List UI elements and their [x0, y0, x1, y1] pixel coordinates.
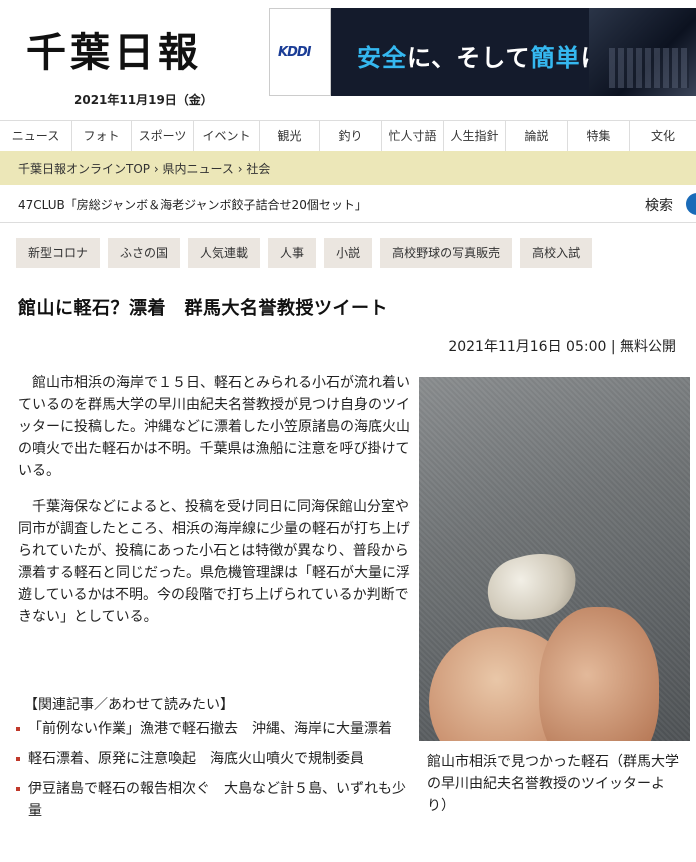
breadcrumb-section[interactable]: 県内ニュース — [162, 162, 233, 176]
tag-popular-series[interactable]: 人気連載 — [188, 238, 261, 268]
breadcrumb-separator: › — [153, 162, 159, 176]
ad-copy-highlight-2: 簡単 — [530, 44, 581, 72]
photo-caption: 館山市相浜で見つかった軽石（群馬大学の早川由紀夫名誉教授のツイッターより） — [427, 754, 679, 814]
article-figure: 館山市相浜で見つかった軽石（群馬大学の早川由紀夫名誉教授のツイッターより） — [419, 377, 690, 817]
related-item[interactable]: 軽石漂着、原発に注意喚起 海底火山噴火で規制委員 — [14, 748, 414, 770]
ad-copy-highlight-1: 安全 — [357, 44, 407, 72]
ad-copy-text-1: に、そして — [407, 44, 531, 72]
photo-thumb — [539, 607, 659, 741]
breadcrumb-separator: › — [237, 162, 243, 176]
nav-item-column[interactable]: 忙人寸語 — [382, 121, 444, 151]
article-paragraph: 館山市相浜の海岸で１５日、軽石とみられる小石が流れ着いているのを群馬大学の早川由… — [18, 375, 410, 479]
main-nav: ニュース フォト スポーツ イベント 観光 釣り 忙人寸語 人生指針 論説 特集… — [0, 120, 696, 151]
related-list: 「前例ない作業」漁港で軽石撤去 沖縄、海岸に大量漂着 軽石漂着、原発に注意喚起 … — [14, 718, 414, 830]
tag-fusanokuni[interactable]: ふさの国 — [108, 238, 181, 268]
related-heading: 【関連記事／あわせて読みたい】 — [24, 697, 234, 713]
article-body: 館山市相浜の海岸で１５日、軽石とみられる小石が流れ着いているのを群馬大学の早川由… — [18, 372, 410, 642]
nav-item-life[interactable]: 人生指針 — [444, 121, 506, 151]
nav-item-tourism[interactable]: 観光 — [260, 121, 320, 151]
nav-item-culture[interactable]: 文化 — [630, 121, 696, 151]
breadcrumb-current: 社会 — [246, 162, 271, 176]
banner-ad[interactable]: KDDI 安全に、そして簡単に — [269, 8, 696, 96]
related-item[interactable]: 「前例ない作業」漁港で軽石撤去 沖縄、海岸に大量漂着 — [14, 718, 414, 740]
nav-item-feature[interactable]: 特集 — [568, 121, 630, 151]
tag-personnel[interactable]: 人事 — [268, 238, 317, 268]
article-paragraph: 千葉海保などによると、投稿を受け同日に同海保館山分室や同市が調査したところ、相浜… — [18, 499, 410, 625]
tag-novel[interactable]: 小説 — [324, 238, 373, 268]
related-link[interactable]: 「前例ない作業」漁港で軽石撤去 沖縄、海岸に大量漂着 — [28, 721, 392, 737]
bullet-icon — [16, 727, 20, 731]
article-title: 館山に軽石？漂着 群馬大名誉教授ツイート — [18, 298, 388, 319]
ad-brand-box: KDDI — [269, 8, 331, 96]
breadcrumb-home[interactable]: 千葉日報オンラインTOP — [18, 162, 150, 176]
ad-copy: 安全に、そして簡単に — [357, 38, 606, 73]
promo-ticker: 47CLUB「房総ジャンボ＆海老ジャンボ餃子詰合せ20個セット」 検索 — [0, 186, 696, 223]
tag-corona[interactable]: 新型コロナ — [16, 238, 101, 268]
nav-item-fishing[interactable]: 釣り — [320, 121, 382, 151]
breadcrumb: 千葉日報オンラインTOP › 県内ニュース › 社会 — [0, 151, 696, 185]
search-icon[interactable] — [686, 193, 696, 215]
site-logo[interactable]: 千葉日報 — [26, 20, 202, 78]
topic-tags: 新型コロナ ふさの国 人気連載 人事 小説 高校野球の写真販売 高校入試 — [16, 238, 593, 268]
article-byline: 2021年11月16日 05:00 | 無料公開 — [448, 339, 676, 355]
tag-baseball-photos[interactable]: 高校野球の写真販売 — [380, 238, 513, 268]
nav-item-photo[interactable]: フォト — [72, 121, 132, 151]
nav-item-sports[interactable]: スポーツ — [132, 121, 194, 151]
site-header: 千葉日報 2021年11月19日（金） KDDI 安全に、そして簡単に — [0, 0, 696, 116]
related-item[interactable]: 伊豆諸島で軽石の報告相次ぐ 大島など計５島、いずれも少量 — [14, 778, 414, 822]
related-link[interactable]: 軽石漂着、原発に注意喚起 海底火山噴火で規制委員 — [28, 751, 364, 767]
bullet-icon — [16, 757, 20, 761]
current-date: 2021年11月19日（金） — [74, 93, 213, 107]
tag-entrance-exam[interactable]: 高校入試 — [520, 238, 593, 268]
pumice-photo[interactable] — [419, 377, 690, 741]
ad-keyboard-image — [589, 8, 696, 96]
search-label[interactable]: 検索 — [645, 195, 673, 215]
related-link[interactable]: 伊豆諸島で軽石の報告相次ぐ 大島など計５島、いずれも少量 — [28, 781, 406, 819]
ad-brand-logo: KDDI — [278, 45, 311, 60]
nav-item-editorial[interactable]: 論説 — [506, 121, 568, 151]
nav-item-event[interactable]: イベント — [194, 121, 260, 151]
promo-link[interactable]: 47CLUB「房総ジャンボ＆海老ジャンボ餃子詰合せ20個セット」 — [18, 196, 367, 213]
bullet-icon — [16, 787, 20, 791]
nav-item-news[interactable]: ニュース — [0, 121, 72, 151]
